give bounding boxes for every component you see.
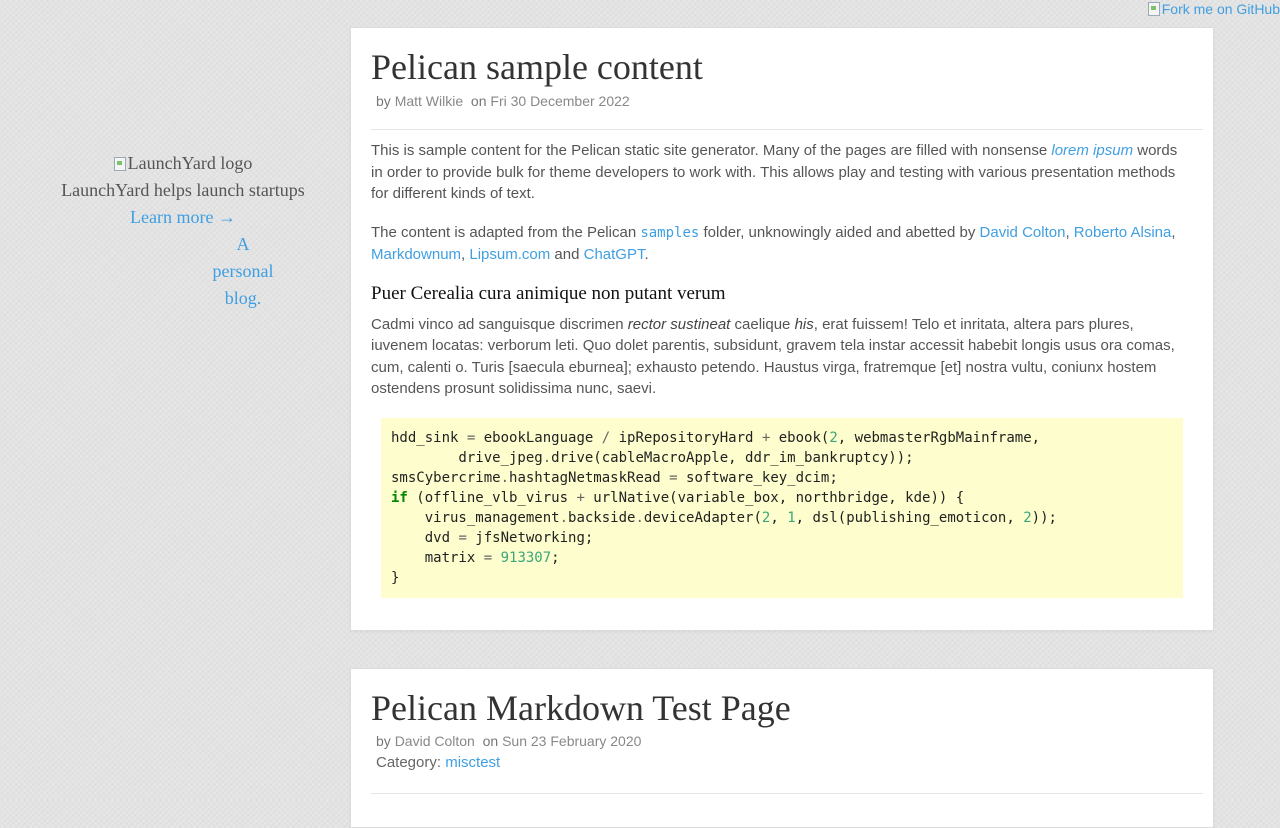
broken-image-icon	[113, 156, 126, 171]
section-heading: Puer Cerealia cura animique non putant v…	[371, 282, 726, 304]
text: Cadmi vinco ad sanguisque discrimen	[371, 315, 628, 333]
text: .	[644, 246, 649, 263]
article-card: Pelican Markdown Test Page by David Colt…	[350, 668, 1214, 828]
text: caelique	[730, 315, 795, 333]
intro-paragraph: This is sample content for the Pelican s…	[371, 140, 1193, 205]
lorem-ipsum-link[interactable]: lorem ipsum	[1051, 142, 1133, 159]
text: folder, unknowingly aided and abetted by	[699, 223, 980, 241]
text: The content is adapted from the Pelican	[371, 223, 641, 241]
publish-date: Sun 23 February 2020	[502, 733, 642, 749]
samples-code: samples	[640, 224, 700, 241]
meta-divider	[371, 129, 1203, 130]
author-name: David Colton	[394, 733, 475, 749]
tagline-line-3: blog.	[224, 288, 262, 308]
category-label: Category:	[376, 754, 442, 771]
markdownum-link[interactable]: Markdownum	[371, 246, 461, 263]
emphasis: rector sustineat	[627, 315, 731, 333]
meta-divider	[371, 793, 1203, 794]
by-label: by	[376, 93, 391, 109]
tagline-line-2: personal	[212, 261, 274, 281]
text: and	[554, 246, 580, 263]
article-title[interactable]: Pelican sample content	[371, 28, 1193, 87]
emphasis: his	[794, 315, 814, 333]
article-title[interactable]: Pelican Markdown Test Page	[371, 669, 1193, 728]
publish-date: Fri 30 December 2022	[490, 93, 630, 109]
text: ,	[1065, 223, 1070, 241]
site-tagline-link[interactable]: A personal blog.	[208, 231, 278, 312]
article-card: Pelican sample content by Matt Wilkie on…	[350, 27, 1214, 631]
tagline-line-1: A	[236, 234, 250, 254]
david-colton-link[interactable]: David Colton	[980, 224, 1066, 241]
article-meta: by David Colton on Sun 23 February 2020	[376, 733, 1193, 749]
fork-label: Fork me on GitHub	[1161, 1, 1280, 17]
on-label: on	[482, 733, 499, 749]
logo-alt-text: LaunchYard logo	[127, 153, 253, 173]
code-block: hdd_sink = ebookLanguage / ipRepositoryH…	[381, 417, 1183, 598]
sidebar: LaunchYard logo LaunchYard helps launch …	[40, 150, 326, 312]
author-name: Matt Wilkie	[394, 93, 464, 109]
launchyard-logo[interactable]: LaunchYard logo	[113, 150, 253, 177]
category-link[interactable]: misctest	[445, 754, 500, 771]
on-label: on	[470, 93, 487, 109]
promo-text: LaunchYard helps launch startups	[61, 180, 305, 200]
latin-paragraph: Cadmi vinco ad sanguisque discrimen rect…	[371, 314, 1193, 400]
text: ,	[461, 246, 466, 263]
fork-me-on-github-link[interactable]: Fork me on GitHub	[1147, 1, 1280, 17]
by-label: by	[376, 733, 391, 749]
article-category: Category: misctest	[376, 754, 1193, 771]
article-meta: by Matt Wilkie on Fri 30 December 2022	[376, 93, 1193, 109]
chatgpt-link[interactable]: ChatGPT	[584, 246, 645, 263]
learn-more-link[interactable]: Learn more →	[130, 207, 236, 227]
text: ,	[1171, 223, 1176, 241]
text: This is sample content for the Pelican s…	[371, 142, 1052, 159]
roberto-alsina-link[interactable]: Roberto Alsina	[1074, 224, 1172, 241]
broken-image-icon	[1147, 2, 1160, 16]
credits-paragraph: The content is adapted from the Pelican …	[371, 222, 1193, 266]
lipsum-link[interactable]: Lipsum.com	[469, 246, 550, 263]
